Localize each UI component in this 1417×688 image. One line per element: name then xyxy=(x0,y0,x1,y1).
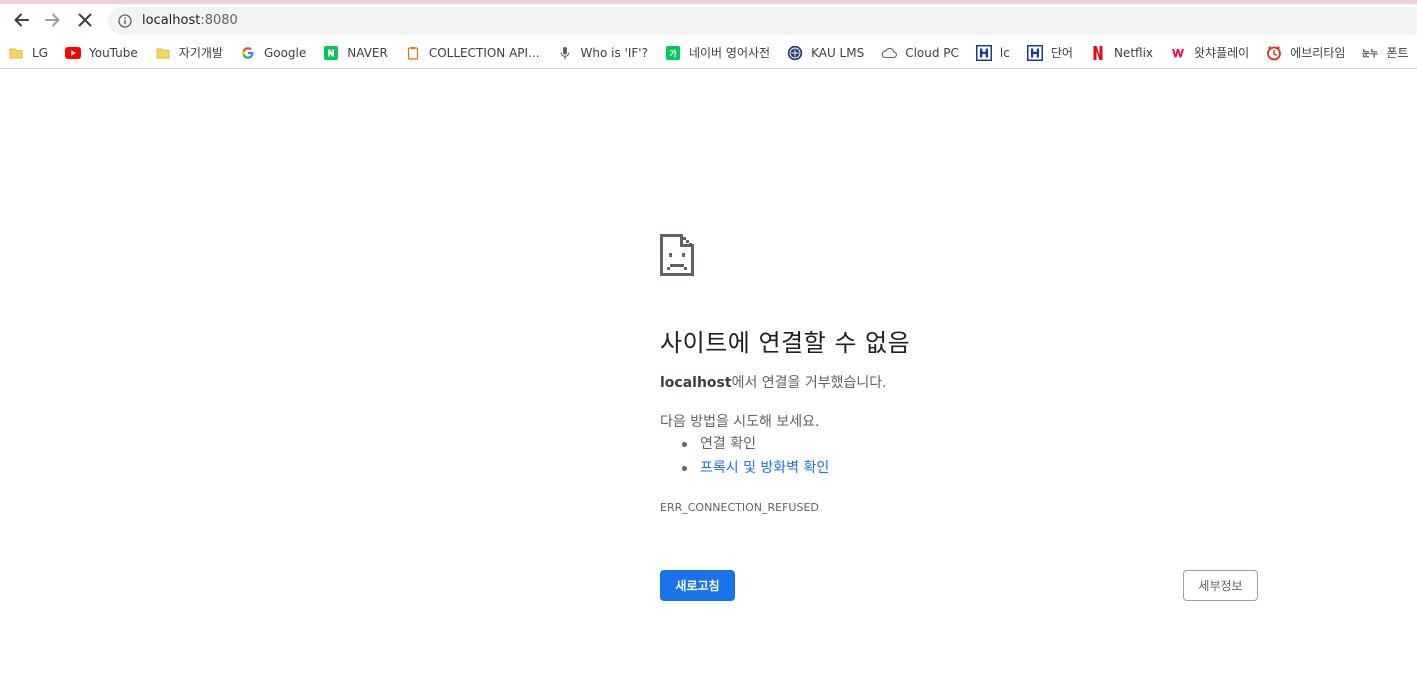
bookmark-label: 자기개발 xyxy=(178,46,223,60)
reload-button[interactable]: 새로고침 xyxy=(660,570,735,601)
h-logo-icon xyxy=(1026,44,1043,61)
bookmark-item[interactable]: COLLECTION API... xyxy=(405,45,540,61)
bookmark-item[interactable]: 왓챠플레이 xyxy=(1170,44,1249,61)
url-host: localhost xyxy=(142,13,201,28)
bookmark-item[interactable]: 에브리타임 xyxy=(1266,44,1345,61)
microphone-icon xyxy=(557,45,573,61)
youtube-icon xyxy=(64,45,81,61)
bookmark-item[interactable]: NAVER xyxy=(323,45,388,61)
bookmark-label: LG xyxy=(32,45,48,60)
bookmark-item[interactable]: 눈누 폰트 xyxy=(1362,44,1408,61)
bookmarks-bar: LG YouTube 자기개발 Google NAVER COLLECTION API..… xyxy=(0,37,1417,69)
bookmark-label: COLLECTION API... xyxy=(428,45,540,60)
font-icon: 눈누 xyxy=(1362,45,1378,61)
error-message: localhost에서 연결을 거부했습니다. xyxy=(660,372,887,392)
bookmark-label: Cloud PC xyxy=(905,45,959,60)
bookmark-item[interactable]: Who is 'IF'? xyxy=(557,45,648,61)
error-host-message: 에서 연결을 거부했습니다. xyxy=(731,375,887,391)
stop-button[interactable] xyxy=(73,8,97,32)
bookmark-label: KAU LMS xyxy=(811,45,865,60)
close-icon xyxy=(78,13,92,27)
suggestions-heading: 다음 방법을 시도해 보세요. xyxy=(660,414,820,430)
forward-arrow-icon xyxy=(45,13,60,27)
bookmark-label: Who is 'IF'? xyxy=(580,45,648,60)
folder-icon xyxy=(8,45,24,61)
folder-icon xyxy=(155,45,171,61)
svg-text:눈누: 눈누 xyxy=(1362,48,1378,59)
bookmark-label: Netflix xyxy=(1113,45,1154,60)
naver-dictionary-icon: 가 xyxy=(665,45,681,61)
bookmark-item[interactable]: KAU LMS xyxy=(787,45,864,61)
bookmark-item[interactable]: lc xyxy=(975,44,1010,61)
back-arrow-icon xyxy=(14,13,29,27)
error-title: 사이트에 연결할 수 없음 xyxy=(660,329,911,357)
cloud-icon xyxy=(881,45,898,61)
bookmark-label: 단어 xyxy=(1050,46,1073,60)
bookmark-label: Google xyxy=(263,45,307,60)
error-code: ERR_CONNECTION_REFUSED xyxy=(660,501,819,514)
url-port: :8080 xyxy=(200,13,238,28)
suggestions-list: 연결 확인 프록시 및 방화벽 확인 xyxy=(682,435,829,483)
netflix-icon xyxy=(1090,45,1106,61)
bookmark-item[interactable]: YouTube xyxy=(64,45,138,61)
bookmark-item[interactable]: Google xyxy=(240,45,306,61)
back-button[interactable] xyxy=(9,8,33,32)
sad-page-icon xyxy=(660,234,694,276)
error-host: localhost xyxy=(660,375,732,391)
bookmark-item[interactable]: LG xyxy=(8,45,48,61)
bookmark-label: YouTube xyxy=(88,45,138,60)
naver-icon xyxy=(323,45,339,61)
bookmark-label: 왓챠플레이 xyxy=(1194,46,1250,60)
bookmark-label: NAVER xyxy=(347,45,388,60)
kau-emblem-icon xyxy=(787,45,803,61)
bookmark-label: 에브리타임 xyxy=(1290,46,1346,60)
clipboard-icon xyxy=(405,45,421,61)
bookmark-item[interactable]: 가 네이버 영어사전 xyxy=(665,44,770,61)
h-logo-icon xyxy=(975,44,992,61)
bookmark-item[interactable]: 자기개발 xyxy=(155,44,223,61)
suggestion-link[interactable]: 프록시 및 방화벽 확인 xyxy=(700,460,829,476)
url-text: localhost:8080 xyxy=(142,13,238,28)
bookmark-item[interactable]: Netflix xyxy=(1090,45,1153,61)
everytime-icon xyxy=(1266,45,1282,61)
bookmark-label: lc xyxy=(999,45,1010,60)
bookmark-label: 폰트 xyxy=(1386,46,1409,60)
info-icon[interactable] xyxy=(118,14,132,28)
address-bar[interactable]: localhost:8080 xyxy=(108,7,1417,35)
google-icon xyxy=(240,45,256,61)
bookmark-label: 네이버 영어사전 xyxy=(688,46,771,60)
bookmark-item[interactable]: 단어 xyxy=(1026,44,1073,61)
bookmark-item[interactable]: Cloud PC xyxy=(881,45,959,61)
browser-toolbar: localhost:8080 xyxy=(0,4,1417,36)
details-button[interactable]: 세부정보 xyxy=(1183,570,1258,601)
watcha-icon xyxy=(1170,45,1186,61)
suggestion-check-proxy-firewall[interactable]: 프록시 및 방화벽 확인 xyxy=(682,459,829,483)
suggestion-label: 연결 확인 xyxy=(700,436,756,452)
forward-button[interactable] xyxy=(41,8,65,32)
suggestion-check-connection: 연결 확인 xyxy=(682,435,829,459)
svg-text:가: 가 xyxy=(669,48,677,58)
